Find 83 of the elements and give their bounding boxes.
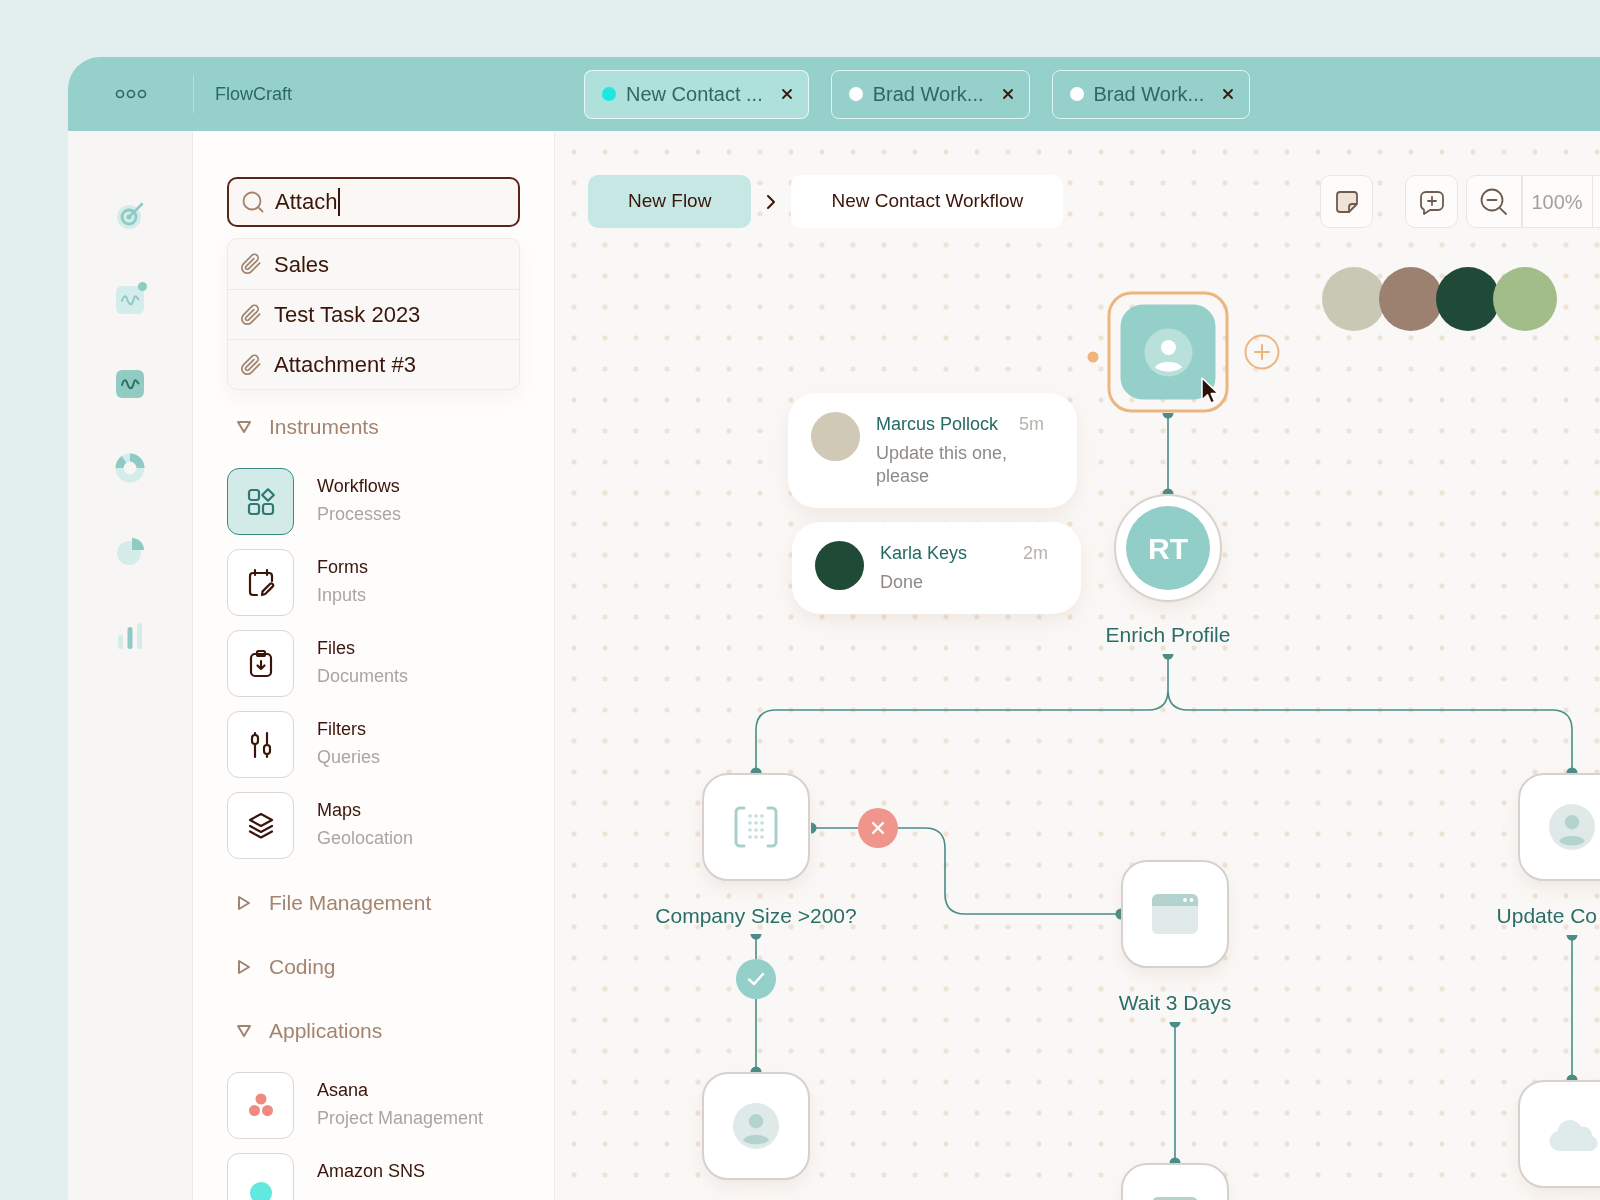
node-label: Enrich Profile (1105, 622, 1231, 649)
close-icon[interactable] (1001, 88, 1014, 100)
layers-icon[interactable] (227, 792, 294, 859)
item-title: Forms (317, 556, 368, 579)
bar-chart-icon[interactable] (115, 621, 145, 651)
donut-chart-icon[interactable] (115, 453, 145, 483)
more-icon[interactable] (115, 89, 147, 99)
node-label: Update Co (1496, 903, 1597, 930)
add-comment-button[interactable] (1405, 175, 1458, 228)
item-subtitle: Processes (317, 503, 402, 526)
section-toggle[interactable]: Instruments (227, 407, 379, 447)
caret-down-icon (235, 1023, 253, 1039)
user-icon (1549, 804, 1595, 850)
sticky-note-button[interactable] (1320, 175, 1373, 228)
plus-circle-icon[interactable] (1244, 334, 1280, 370)
delay-node[interactable] (1121, 860, 1229, 968)
search-icon (241, 190, 265, 214)
status-dot-icon (602, 87, 616, 101)
target-icon[interactable] (115, 201, 145, 231)
item-title: Workflows (317, 475, 400, 498)
check-circle-icon (736, 959, 776, 999)
search-field[interactable]: Attach (227, 177, 520, 227)
calendar-pencil-icon[interactable] (227, 549, 294, 616)
status-dot-icon (1069, 87, 1084, 101)
item-subtitle: Inputs (317, 584, 367, 607)
item-title: Asana (317, 1079, 369, 1102)
caret-right-icon (235, 959, 253, 975)
breadcrumb-item[interactable]: New Flow (588, 175, 752, 228)
close-icon[interactable] (1222, 88, 1235, 100)
circles-icon[interactable] (227, 1072, 294, 1139)
pulse-icon[interactable] (115, 369, 145, 399)
comment-time: 2m (1023, 542, 1048, 565)
section-toggle[interactable]: Coding (227, 947, 336, 987)
item-title: Amazon SNS (317, 1160, 426, 1183)
app-title: FlowCraft (215, 82, 292, 106)
section-toggle[interactable]: File Management (227, 883, 432, 923)
sliders-icon[interactable] (227, 711, 294, 778)
item-title: Filters (317, 718, 366, 741)
comment-text: Update this one, please (876, 442, 1009, 488)
cloud-node[interactable] (1518, 1080, 1600, 1188)
node-label: Company Size >200? (655, 903, 857, 930)
item-subtitle: Queries (317, 746, 381, 769)
item-subtitle: Documents (317, 665, 409, 688)
comment-author: Karla Keys (880, 542, 968, 565)
suggestion-item[interactable]: Test Task 2023 (228, 289, 519, 339)
comment-text: Done (880, 571, 925, 594)
suggestion-item[interactable]: Sales (228, 239, 519, 289)
connector-dot-icon[interactable] (1087, 351, 1099, 363)
item-subtitle: Project Management (317, 1107, 484, 1130)
contact-node[interactable] (1518, 773, 1600, 881)
tab[interactable]: New Contact ... (584, 69, 809, 119)
window-icon (1152, 894, 1198, 934)
pie-chart-icon[interactable] (115, 537, 145, 567)
tab[interactable]: Brad Work... (1051, 69, 1251, 119)
breadcrumb-item[interactable]: New Contact Workflow (791, 175, 1064, 228)
zoom-level: 100% (1530, 189, 1584, 215)
paperclip-icon (240, 253, 262, 275)
caret-right-icon (235, 895, 253, 911)
comment-author: Marcus Pollock (876, 413, 999, 436)
chevron-right-icon (766, 193, 777, 210)
cursor-icon (1200, 376, 1222, 406)
node-label: Wait 3 Days (1118, 990, 1232, 1017)
item-title: Maps (317, 799, 361, 822)
close-icon[interactable] (780, 88, 793, 100)
item-title: Files (317, 637, 355, 660)
condition-node[interactable] (702, 773, 810, 881)
zoom-out-icon (1479, 186, 1509, 217)
comment-time: 5m (1019, 413, 1044, 436)
section-toggle[interactable]: Applications (227, 1011, 383, 1051)
item-subtitle: Geolocation (317, 827, 414, 850)
tab[interactable]: Brad Work... (830, 69, 1030, 119)
status-dot-icon (848, 87, 863, 101)
initials-avatar: RT (1126, 506, 1210, 590)
paperclip-icon (240, 353, 262, 376)
shapes-icon[interactable] (227, 468, 294, 535)
suggestion-item[interactable]: Attachment #3 (228, 339, 519, 389)
user-icon (1144, 328, 1192, 376)
caret-down-icon (235, 419, 253, 435)
trigger-node[interactable] (1107, 291, 1229, 413)
paperclip-icon (240, 303, 262, 326)
contact-node[interactable] (702, 1072, 810, 1180)
x-circle-icon (858, 808, 898, 848)
user-icon (733, 1103, 779, 1149)
